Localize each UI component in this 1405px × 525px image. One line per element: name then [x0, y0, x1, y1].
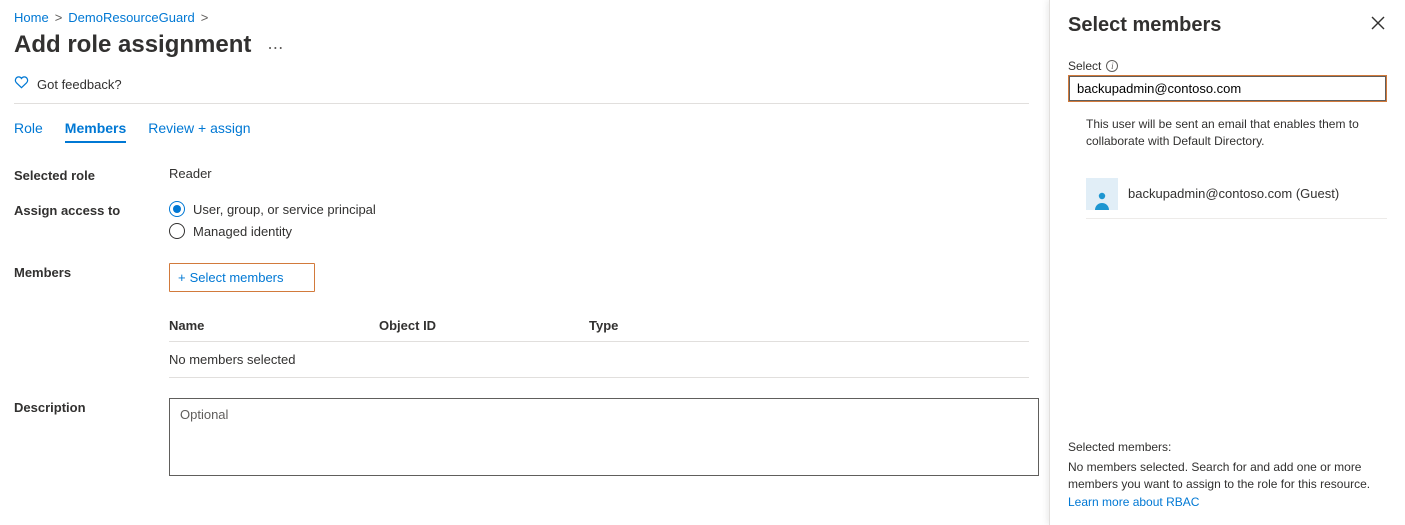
select-members-panel: Select members Select i This user will b…: [1049, 0, 1405, 525]
search-highlight: [1068, 75, 1387, 102]
members-empty-row: No members selected: [169, 342, 1029, 378]
select-members-link[interactable]: + Select members: [169, 263, 315, 292]
col-type: Type: [589, 318, 1029, 333]
members-table-header: Name Object ID Type: [169, 310, 1029, 342]
label-members: Members: [14, 263, 169, 280]
value-selected-role: Reader: [169, 166, 1029, 181]
info-icon[interactable]: i: [1106, 60, 1118, 72]
selected-members-hint: No members selected. Search for and add …: [1068, 459, 1387, 494]
more-actions-icon[interactable]: ⋯: [263, 38, 287, 58]
select-members-label: Select members: [190, 270, 284, 285]
panel-title: Select members: [1068, 14, 1221, 37]
tab-members[interactable]: Members: [65, 120, 126, 142]
breadcrumb-resource[interactable]: DemoResourceGuard: [68, 10, 194, 25]
col-name: Name: [169, 318, 379, 333]
search-label: Select: [1068, 59, 1101, 73]
plus-icon: +: [178, 271, 186, 284]
radio-label: User, group, or service principal: [193, 202, 376, 217]
radio-label: Managed identity: [193, 224, 292, 239]
feedback-link[interactable]: Got feedback?: [14, 67, 1029, 104]
tab-review[interactable]: Review + assign: [148, 120, 250, 142]
heart-icon: [14, 75, 29, 93]
search-result-name: backupadmin@contoso.com (Guest): [1128, 186, 1339, 201]
radio-managed-identity[interactable]: Managed identity: [169, 223, 1029, 239]
chevron-right-icon: >: [55, 10, 63, 25]
radio-icon: [169, 223, 185, 239]
invite-note: This user will be sent an email that ena…: [1086, 116, 1387, 150]
feedback-label: Got feedback?: [37, 77, 122, 92]
label-assign-access: Assign access to: [14, 201, 169, 218]
member-search-input[interactable]: [1069, 76, 1386, 101]
radio-user-group-sp[interactable]: User, group, or service principal: [169, 201, 1029, 217]
col-object-id: Object ID: [379, 318, 589, 333]
page-title: Add role assignment: [14, 31, 251, 59]
description-input[interactable]: [169, 398, 1039, 476]
tab-role[interactable]: Role: [14, 120, 43, 142]
radio-icon: [169, 201, 185, 217]
label-description: Description: [14, 398, 169, 415]
search-result-item[interactable]: backupadmin@contoso.com (Guest): [1086, 170, 1387, 219]
close-icon[interactable]: [1369, 14, 1387, 35]
tabs: Role Members Review + assign: [14, 120, 1029, 142]
chevron-right-icon: >: [201, 10, 209, 25]
label-selected-role: Selected role: [14, 166, 169, 183]
selected-members-heading: Selected members:: [1068, 439, 1387, 456]
user-avatar-icon: [1086, 178, 1118, 210]
learn-more-link[interactable]: Learn more about RBAC: [1068, 495, 1199, 509]
breadcrumb: Home > DemoResourceGuard >: [14, 10, 1029, 25]
breadcrumb-home[interactable]: Home: [14, 10, 49, 25]
